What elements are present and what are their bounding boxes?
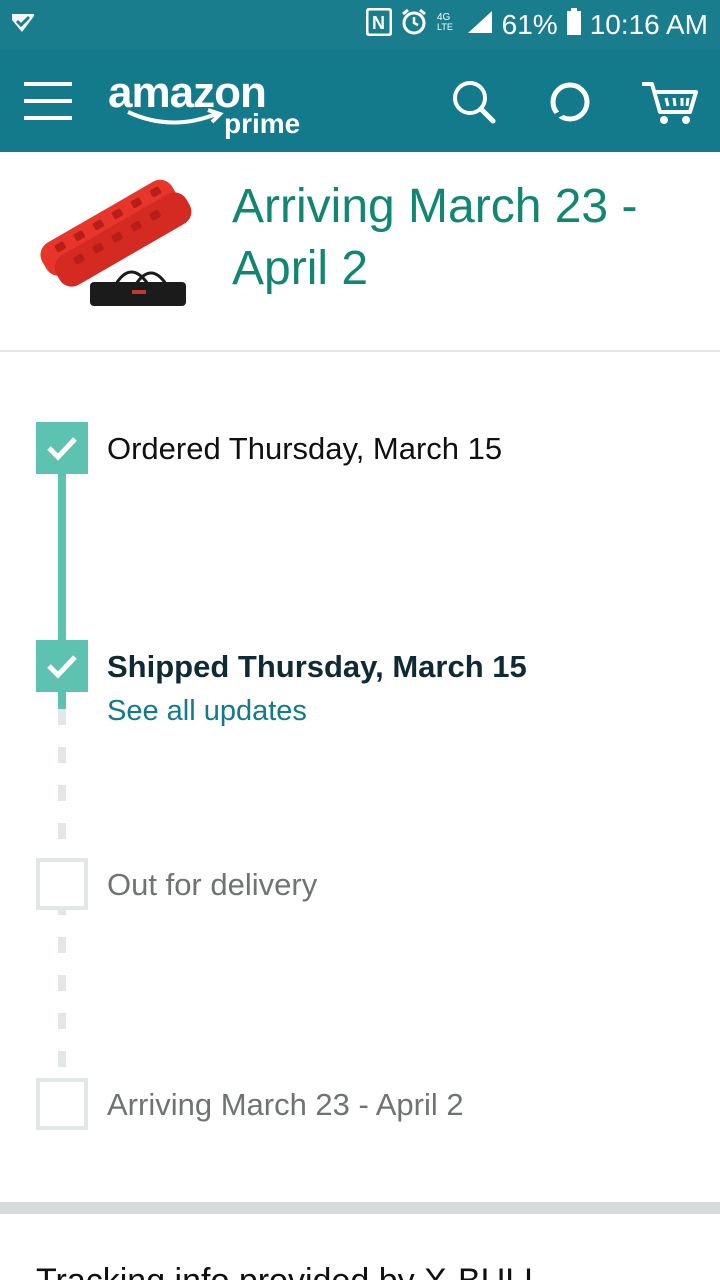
cart-icon <box>642 82 698 124</box>
step-ordered-label: Ordered Thursday, March 15 <box>107 431 503 466</box>
nfc-icon: N <box>365 7 393 43</box>
step-shipped-label: Shipped Thursday, March 15 <box>107 649 527 684</box>
step-out-for-delivery-checkbox <box>36 858 88 910</box>
product-image[interactable] <box>36 172 192 332</box>
search-icon <box>453 81 496 124</box>
cart-button[interactable] <box>640 78 700 126</box>
section-divider <box>0 1202 720 1214</box>
product-summary: Arriving March 23 - April 2 <box>0 152 720 352</box>
step-arriving-checkbox <box>36 1078 88 1130</box>
alarm-icon <box>400 8 428 43</box>
smile-arrow-icon <box>127 108 224 125</box>
alexa-icon <box>550 82 590 122</box>
step-ordered-checkbox <box>36 422 88 474</box>
battery-percent: 61% <box>501 9 558 40</box>
menu-icon <box>24 82 72 120</box>
tracking-provider-text: Tracking info provided by X-BULL <box>36 1262 543 1280</box>
battery-icon <box>566 7 582 43</box>
arrival-title: Arriving March 23 - April 2 <box>232 180 638 295</box>
step-arriving-label: Arriving March 23 - April 2 <box>107 1087 464 1122</box>
shipment-timeline: Ordered Thursday, March 15 Shipped Thurs… <box>0 354 720 1202</box>
checkmark-icon <box>47 437 77 461</box>
clock-time: 10:16 AM <box>589 9 708 40</box>
amazon-prime-logo[interactable]: amazon prime <box>108 68 318 140</box>
notification-check-icon <box>10 10 36 36</box>
alexa-button[interactable] <box>546 78 594 126</box>
see-all-updates-link[interactable]: See all updates <box>107 695 307 728</box>
search-button[interactable] <box>450 78 498 126</box>
traction-boards-product-image <box>40 179 192 306</box>
status-bar: N 4G LTE 61% 10:16 AM <box>0 0 720 50</box>
step-out-for-delivery-label: Out for delivery <box>107 867 318 902</box>
signal-icon <box>466 9 494 42</box>
menu-button[interactable] <box>22 78 74 124</box>
svg-text:LTE: LTE <box>437 22 453 32</box>
network-type-icon: 4G LTE <box>436 8 458 43</box>
logo-prime: prime <box>224 108 301 139</box>
svg-text:N: N <box>372 13 385 33</box>
step-shipped-checkbox <box>36 640 88 692</box>
checkmark-icon <box>47 655 77 679</box>
app-header: amazon prime <box>0 50 720 152</box>
